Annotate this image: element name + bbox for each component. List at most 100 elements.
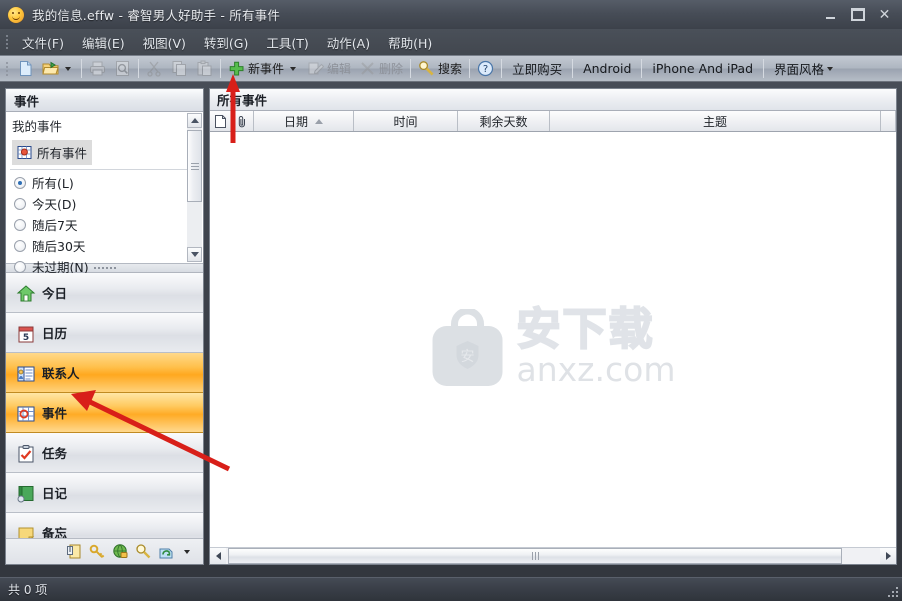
new-event-label: 新事件 xyxy=(248,62,285,76)
android-button[interactable]: Android xyxy=(576,57,638,80)
sidebar-item-events[interactable]: 事件 xyxy=(6,393,203,433)
printer-icon xyxy=(89,60,106,77)
tasks-icon xyxy=(16,444,34,463)
toolbar-separator-9 xyxy=(763,59,764,78)
watermark-text: 安下载 anxz.com xyxy=(516,307,676,386)
new-event-button[interactable]: 新事件 xyxy=(224,57,303,80)
attachment-note-icon[interactable] xyxy=(66,543,83,560)
magnifier-icon[interactable] xyxy=(135,543,152,560)
status-bar: 共 0 项 xyxy=(0,577,902,601)
cut-button[interactable] xyxy=(142,57,167,80)
tree-divider xyxy=(10,169,199,170)
title-bar: 我的信息.effw - 睿智男人好助手 - 所有事件 ✕ xyxy=(0,0,902,29)
ui-style-button[interactable]: 界面风格 xyxy=(767,57,843,80)
chevron-down-icon[interactable] xyxy=(184,549,190,554)
maximize-button[interactable] xyxy=(844,4,871,26)
toolbar-drag-grip[interactable] xyxy=(3,61,11,77)
menu-tools[interactable]: 工具(T) xyxy=(257,30,317,55)
open-file-button[interactable] xyxy=(38,57,78,80)
resize-grip[interactable] xyxy=(886,585,899,598)
client-area: 事件 我的事件 所有事件 所有(L) 今天(D) 随后7天 随后30天 未过期(… xyxy=(0,82,902,571)
toolbar-separator-5 xyxy=(469,59,471,78)
paste-button[interactable] xyxy=(192,57,217,80)
tree-vertical-scrollbar[interactable] xyxy=(187,113,202,262)
minimize-button[interactable] xyxy=(817,4,844,26)
radio-today-icon[interactable] xyxy=(14,197,26,210)
filter-next-30-days-label: 随后30天 xyxy=(32,239,86,254)
horizontal-scrollbar[interactable] xyxy=(210,547,896,564)
new-file-button[interactable] xyxy=(13,57,38,80)
radio-next30-icon[interactable] xyxy=(14,239,26,252)
print-preview-button[interactable] xyxy=(110,57,135,80)
column-header-document[interactable] xyxy=(210,111,232,131)
new-event-dropdown-caret[interactable] xyxy=(290,66,297,71)
sidebar-item-events-label: 事件 xyxy=(42,406,68,421)
sidebar-item-notes-label: 备忘 xyxy=(42,526,68,538)
filter-next-7-days[interactable]: 随后7天 xyxy=(6,214,203,235)
sidebar-item-calendar[interactable]: 5 日历 xyxy=(6,313,203,353)
filter-all-label: 所有(L) xyxy=(32,176,74,191)
column-header-attachment[interactable] xyxy=(232,111,254,131)
scroll-thumb[interactable] xyxy=(187,130,202,202)
menu-file[interactable]: 文件(F) xyxy=(13,30,73,55)
sidebar: 事件 我的事件 所有事件 所有(L) 今天(D) 随后7天 随后30天 未过期(… xyxy=(5,88,204,565)
menu-edit[interactable]: 编辑(E) xyxy=(73,30,134,55)
sidebar-item-contacts[interactable]: 联系人 xyxy=(6,353,203,393)
event-list-body[interactable]: 安 安下载 anxz.com xyxy=(210,132,896,547)
filter-all[interactable]: 所有(L) xyxy=(6,172,203,193)
column-header-time[interactable]: 时间 xyxy=(354,111,458,131)
menu-drag-grip[interactable] xyxy=(3,34,11,50)
column-header-filler xyxy=(881,111,896,131)
horizontal-scroll-thumb[interactable] xyxy=(228,548,842,564)
tree-node-all-events[interactable]: 所有事件 xyxy=(12,140,93,165)
scroll-down-button[interactable] xyxy=(187,247,202,262)
copy-icon xyxy=(171,60,188,77)
scroll-right-button[interactable] xyxy=(880,548,896,564)
menu-goto[interactable]: 转到(G) xyxy=(195,30,257,55)
filter-today[interactable]: 今天(D) xyxy=(6,193,203,214)
scroll-track[interactable] xyxy=(187,128,202,247)
edit-button[interactable]: 编辑 xyxy=(303,57,355,80)
status-item-count: 共 0 项 xyxy=(8,583,48,597)
column-header-days-remaining[interactable]: 剩余天数 xyxy=(458,111,550,131)
delete-button[interactable]: 删除 xyxy=(355,57,407,80)
sidebar-item-diary[interactable]: 日记 xyxy=(6,473,203,513)
cut-icon xyxy=(146,60,163,77)
radio-notexpired-icon[interactable] xyxy=(14,260,26,273)
sidebar-item-diary-label: 日记 xyxy=(42,486,68,501)
scroll-left-button[interactable] xyxy=(210,548,226,564)
sync-icon[interactable] xyxy=(158,543,175,560)
buy-now-button[interactable]: 立即购买 xyxy=(505,57,569,80)
horizontal-scroll-track[interactable] xyxy=(226,548,880,564)
key-icon[interactable] xyxy=(89,543,106,560)
radio-all-icon[interactable] xyxy=(14,176,26,189)
sidebar-item-tasks[interactable]: 任务 xyxy=(6,433,203,473)
events-icon xyxy=(16,404,35,422)
search-button[interactable]: 搜索 xyxy=(414,57,466,80)
toolbar-separator-2 xyxy=(138,59,139,78)
column-header-subject[interactable]: 主题 xyxy=(550,111,881,131)
print-button[interactable] xyxy=(85,57,110,80)
sidebar-header: 事件 xyxy=(6,89,203,112)
toolbar-separator-8 xyxy=(641,59,643,78)
scroll-up-button[interactable] xyxy=(187,113,202,128)
toolbar-separator-6 xyxy=(501,59,503,78)
menu-help[interactable]: 帮助(H) xyxy=(379,30,441,55)
ui-style-dropdown-caret[interactable] xyxy=(827,66,834,71)
filter-next-30-days[interactable]: 随后30天 xyxy=(6,235,203,256)
sidebar-item-today[interactable]: 今日 xyxy=(6,273,203,313)
column-header-date[interactable]: 日期 xyxy=(254,111,354,131)
edit-pencil-icon xyxy=(307,60,325,77)
help-button[interactable]: ? xyxy=(473,57,498,80)
close-button[interactable]: ✕ xyxy=(871,4,898,26)
open-file-dropdown-caret[interactable] xyxy=(65,66,71,71)
globe-lock-icon[interactable] xyxy=(112,543,129,560)
open-folder-icon xyxy=(42,60,59,77)
sidebar-item-notes[interactable]: 备忘 xyxy=(6,513,203,538)
menu-view[interactable]: 视图(V) xyxy=(134,30,195,55)
copy-button[interactable] xyxy=(167,57,192,80)
radio-next7-icon[interactable] xyxy=(14,218,26,231)
event-folder-tree: 我的事件 所有事件 所有(L) 今天(D) 随后7天 随后30天 未过期(N) xyxy=(6,112,203,275)
menu-actions[interactable]: 动作(A) xyxy=(318,30,379,55)
iphone-ipad-button[interactable]: iPhone And iPad xyxy=(645,57,760,80)
